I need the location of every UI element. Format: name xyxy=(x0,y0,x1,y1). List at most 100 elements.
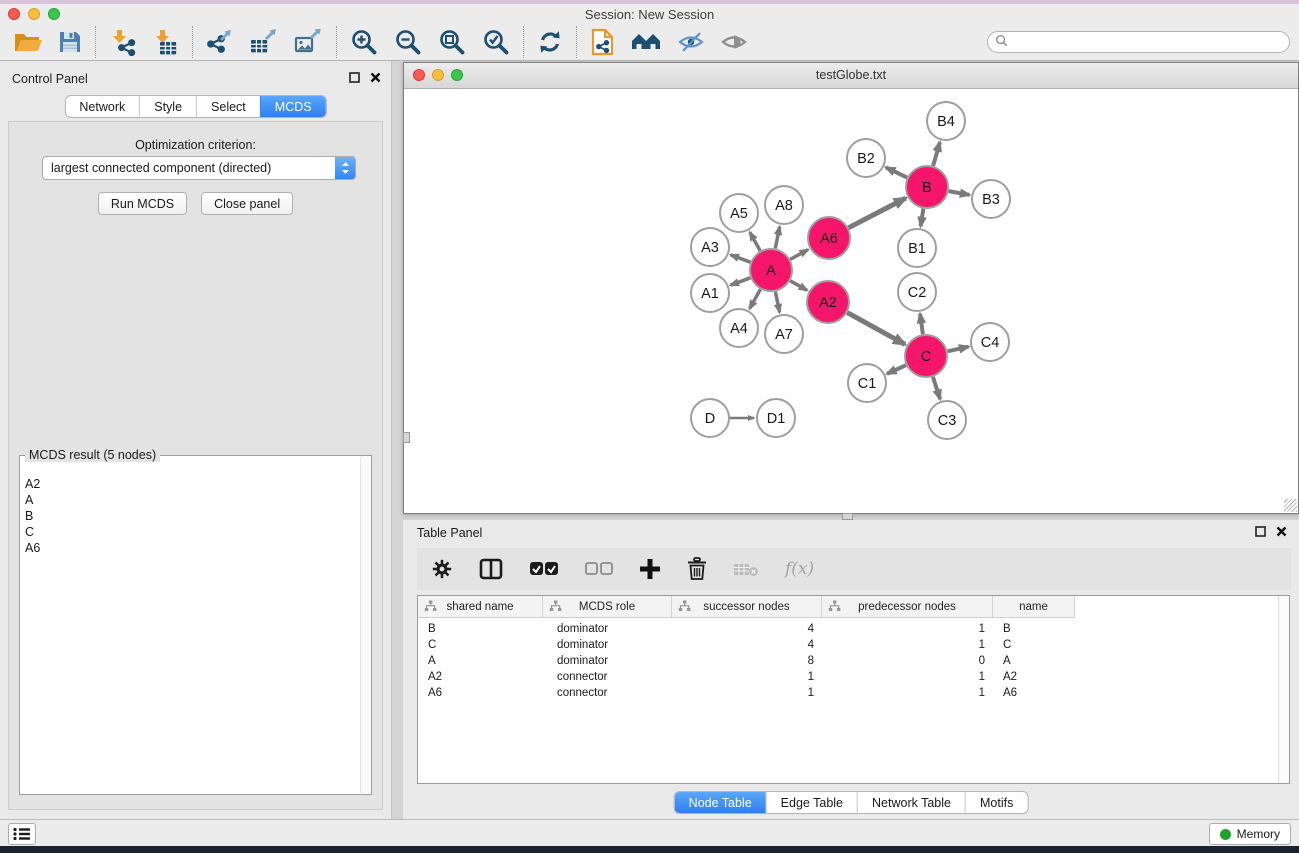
column-header-predecessor-nodes[interactable]: predecessor nodes xyxy=(822,596,993,617)
column-header-successor-nodes[interactable]: successor nodes xyxy=(672,596,822,617)
node-B1[interactable]: B1 xyxy=(898,229,936,267)
edge-B-B3[interactable] xyxy=(949,191,970,195)
column-header-mcds-role[interactable]: MCDS role xyxy=(543,596,672,617)
tab-mcds[interactable]: MCDS xyxy=(260,96,326,117)
node-A7[interactable]: A7 xyxy=(765,315,803,353)
open-file-button[interactable] xyxy=(13,30,42,55)
settings-button[interactable] xyxy=(431,558,453,580)
ndex-document-button[interactable] xyxy=(590,28,615,56)
node-D1[interactable]: D1 xyxy=(757,399,795,437)
edge-A-A3[interactable] xyxy=(731,255,751,262)
canvas-edge-handle[interactable] xyxy=(842,513,853,520)
split-view-button[interactable] xyxy=(479,558,503,580)
deselect-all-button[interactable] xyxy=(585,562,613,576)
edge-A-A7[interactable] xyxy=(775,292,779,313)
node-C3[interactable]: C3 xyxy=(928,401,966,439)
search-box[interactable] xyxy=(987,31,1290,53)
close-panel-icon[interactable] xyxy=(1276,526,1287,537)
float-panel-icon[interactable] xyxy=(1255,526,1266,537)
refresh-button[interactable] xyxy=(537,29,563,55)
edge-C-C4[interactable] xyxy=(948,347,969,352)
node-A3[interactable]: A3 xyxy=(691,228,729,266)
import-table-button[interactable] xyxy=(152,29,179,56)
edge-A-A6[interactable] xyxy=(790,250,808,260)
node-B3[interactable]: B3 xyxy=(972,180,1010,218)
export-image-button[interactable] xyxy=(294,29,323,56)
node-C4[interactable]: C4 xyxy=(971,323,1009,361)
function-builder-button[interactable]: f(x) xyxy=(785,559,814,579)
node-B[interactable]: B xyxy=(906,166,948,208)
node-B4[interactable]: B4 xyxy=(927,102,965,140)
tab-node-table[interactable]: Node Table xyxy=(675,792,766,813)
edge-C-C1[interactable] xyxy=(887,365,906,374)
node-A[interactable]: A xyxy=(750,249,792,291)
float-panel-icon[interactable] xyxy=(349,72,360,83)
tab-network-table[interactable]: Network Table xyxy=(857,792,965,813)
show-eye-button[interactable] xyxy=(721,31,747,53)
edge-A-A2[interactable] xyxy=(790,281,807,291)
delete-table-button[interactable] xyxy=(733,561,759,577)
zoom-in-button[interactable] xyxy=(350,28,378,56)
close-panel-icon[interactable] xyxy=(370,72,381,83)
node-C1[interactable]: C1 xyxy=(848,364,886,402)
save-button[interactable] xyxy=(58,30,82,54)
memory-button[interactable]: Memory xyxy=(1209,823,1291,845)
network-canvas[interactable]: B4 B2 B B3 A8A5 A6 A3 B1 A C2 A1 A2 A4A7 C4 C C1 D D1 C3 xyxy=(404,89,1298,513)
edge-C-C3[interactable] xyxy=(933,377,940,399)
zoom-out-button[interactable] xyxy=(394,28,422,56)
select-all-button[interactable] xyxy=(529,561,559,577)
table-row[interactable]: A2connector11A2 xyxy=(418,669,1289,685)
zoom-fit-button[interactable] xyxy=(438,28,466,56)
node-D[interactable]: D xyxy=(691,399,729,437)
add-column-button[interactable] xyxy=(639,558,661,580)
network-view-window[interactable]: testGlobe.txt B4 B2 B B3 A8A5 A6 A3 B1 A C2 A1 A2 A4… xyxy=(403,62,1299,514)
table-row[interactable]: Bdominator41B xyxy=(418,621,1289,637)
edge-B-B1[interactable] xyxy=(921,209,924,227)
column-header-name[interactable]: name xyxy=(993,596,1075,617)
node-A6[interactable]: A6 xyxy=(808,217,850,259)
edge-B-B2[interactable] xyxy=(886,167,907,177)
edge-C-C2[interactable] xyxy=(920,314,923,334)
task-history-button[interactable] xyxy=(8,823,36,845)
node-C[interactable]: C xyxy=(905,335,947,377)
tab-edge-table[interactable]: Edge Table xyxy=(766,792,857,813)
node-A4[interactable]: A4 xyxy=(720,309,758,347)
optimization-select[interactable]: largest connected component (directed) xyxy=(42,156,356,180)
edge-A6-B[interactable] xyxy=(849,198,906,228)
result-scrollbar[interactable] xyxy=(360,457,370,793)
run-mcds-button[interactable]: Run MCDS xyxy=(98,192,187,215)
edge-A-A1[interactable] xyxy=(731,278,751,285)
export-table-button[interactable] xyxy=(250,29,278,56)
tab-motifs[interactable]: Motifs xyxy=(965,792,1027,813)
edge-A-A4[interactable] xyxy=(750,289,761,308)
node-A2[interactable]: A2 xyxy=(807,281,849,323)
zoom-selected-button[interactable] xyxy=(482,28,510,56)
hide-eye-button[interactable] xyxy=(677,30,705,54)
node-C2[interactable]: C2 xyxy=(898,273,936,311)
edge-A-A8[interactable] xyxy=(775,227,779,249)
network-window-titlebar[interactable]: testGlobe.txt xyxy=(404,63,1298,89)
node-A8[interactable]: A8 xyxy=(765,186,803,224)
node-A1[interactable]: A1 xyxy=(691,274,729,312)
delete-column-button[interactable] xyxy=(687,557,707,581)
node-B2[interactable]: B2 xyxy=(847,139,885,177)
window-resize-grip[interactable] xyxy=(1284,499,1297,512)
main-titlebar[interactable]: Session: New Session xyxy=(0,4,1299,24)
canvas-edge-handle[interactable] xyxy=(403,432,410,443)
close-panel-button[interactable]: Close panel xyxy=(201,192,293,215)
node-A5[interactable]: A5 xyxy=(720,194,758,232)
search-input[interactable] xyxy=(1012,33,1289,51)
export-network-button[interactable] xyxy=(206,29,234,56)
tab-style[interactable]: Style xyxy=(139,96,196,117)
table-row[interactable]: Adominator80A xyxy=(418,653,1289,669)
edge-B-B4[interactable] xyxy=(933,142,940,166)
table-row[interactable]: A6connector11A6 xyxy=(418,685,1289,701)
tab-network[interactable]: Network xyxy=(65,96,139,117)
column-header-shared-name[interactable]: shared name xyxy=(418,596,543,617)
edge-A-A5[interactable] xyxy=(750,232,760,251)
tab-select[interactable]: Select xyxy=(196,96,260,117)
table-scrollbar[interactable] xyxy=(1278,596,1289,783)
edge-A2-C[interactable] xyxy=(847,313,905,345)
import-network-button[interactable] xyxy=(109,29,136,56)
table-row[interactable]: Cdominator41C xyxy=(418,637,1289,653)
